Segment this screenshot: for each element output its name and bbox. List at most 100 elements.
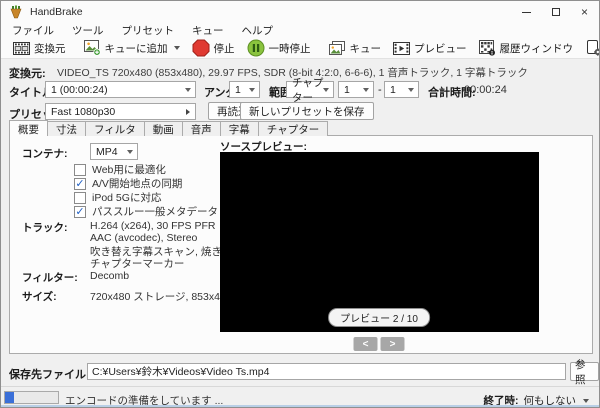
add-to-queue-label: キューに追加: [104, 42, 168, 55]
next-preview-button[interactable]: >: [380, 337, 405, 351]
queue-icon: [328, 40, 345, 55]
track-line-audio: AAC (avcodec), Stereo: [90, 232, 198, 244]
window-accent-edge: [1, 405, 599, 407]
save-file-label: 保存先ファイル:: [9, 369, 90, 381]
summary-panel: コンテナ: MP4 Web用に最適化 ✓ A/V開始地点の同期 iPod 5Gに…: [9, 135, 593, 354]
source-label: 変換元:: [9, 68, 46, 80]
activity-window-button[interactable]: 履歴ウィンドウ: [473, 38, 580, 58]
preview-label: プレビュー: [414, 42, 467, 55]
pause-button[interactable]: 一時停止: [241, 38, 317, 58]
tab-video[interactable]: 動画: [143, 121, 183, 136]
title-select[interactable]: 1 (00:00:24): [45, 81, 196, 98]
chevron-down-icon: [323, 87, 329, 92]
passthru-metadata-checkbox[interactable]: ✓: [74, 205, 86, 218]
title-bar: HandBrake ×: [1, 1, 599, 23]
maximize-button[interactable]: [541, 1, 570, 23]
range-from-value: 1: [344, 83, 350, 96]
passthru-metadata-label[interactable]: パススルー一般メタデータ: [92, 204, 218, 219]
progress-fill: [5, 392, 14, 403]
ipod-5g-checkbox[interactable]: [74, 191, 86, 204]
range-separator: -: [378, 84, 382, 96]
chevron-right-icon: [186, 108, 190, 115]
chevron-down-icon: [127, 149, 133, 154]
save-new-preset-button[interactable]: 新しいプリセットを保存: [240, 102, 374, 120]
web-optimized-label[interactable]: Web用に最適化: [92, 162, 166, 177]
tab-strip: 概要 寸法 フィルタ 動画 音声 字幕 チャプター: [9, 120, 329, 136]
ipod-5g-row: iPod 5Gに対応: [74, 190, 161, 205]
title-select-value: 1 (00:00:24): [51, 83, 108, 96]
web-optimized-checkbox[interactable]: [74, 163, 86, 176]
tab-audio[interactable]: 音声: [181, 121, 221, 136]
queue-label: キュー: [349, 42, 382, 55]
chevron-down-icon: [185, 87, 191, 92]
preset-select[interactable]: Fast 1080p30: [45, 103, 196, 120]
add-to-queue-button[interactable]: キューに追加: [78, 38, 186, 58]
close-button[interactable]: ×: [570, 1, 599, 23]
tab-filters[interactable]: フィルタ: [85, 121, 145, 136]
presets-icon: [587, 40, 599, 56]
pause-label: 一時停止: [268, 42, 311, 55]
queue-button[interactable]: キュー: [323, 38, 388, 58]
ipod-5g-label[interactable]: iPod 5Gに対応: [92, 190, 161, 205]
stop-label: 停止: [213, 42, 235, 55]
stop-button[interactable]: 停止: [186, 38, 241, 58]
toolbar: 変換元 キューに追加 停止 一時停止 キュー プレビュー 履歴ウィンドウ: [1, 38, 599, 59]
pause-icon: [247, 39, 264, 57]
range-type-select[interactable]: チャプター: [286, 77, 334, 104]
preview-button[interactable]: プレビュー: [387, 38, 473, 58]
handbrake-window: HandBrake × ファイル ツール プリセット キュー ヘルプ 変換元 キ…: [0, 0, 600, 408]
save-row: 保存先ファイル: 参照: [1, 359, 599, 386]
tab-subtitles[interactable]: 字幕: [219, 121, 259, 136]
track-line-video: H.264 (x264), 30 FPS PFR: [90, 220, 216, 232]
web-optimized-row: Web用に最適化: [74, 162, 166, 177]
menu-bar: ファイル ツール プリセット キュー ヘルプ: [1, 23, 599, 38]
presets-button[interactable]: プリセット: [579, 38, 599, 58]
align-av-row: ✓ A/V開始地点の同期: [74, 176, 182, 191]
chevron-down-icon: [408, 87, 414, 92]
menu-file[interactable]: ファイル: [3, 23, 63, 38]
angle-select[interactable]: 1: [229, 81, 260, 98]
save-path-input[interactable]: [87, 363, 566, 380]
menu-tools[interactable]: ツール: [63, 23, 113, 38]
container-label: コンテナ:: [22, 148, 68, 160]
passthru-metadata-row: ✓ パススルー一般メタデータ: [74, 204, 218, 219]
add-to-queue-icon: [83, 40, 101, 56]
chevron-down-icon: [249, 87, 255, 92]
container-select-value: MP4: [96, 145, 118, 158]
range-to-select[interactable]: 1: [384, 81, 419, 98]
tracks-label: トラック:: [22, 222, 68, 234]
chevron-down-icon: [363, 87, 369, 92]
preset-select-value: Fast 1080p30: [51, 105, 116, 118]
title-row: タイトル: 1 (00:00:24) アングル: 1 範囲: チャプター 1 -…: [1, 77, 599, 104]
minimize-button[interactable]: [512, 1, 541, 23]
track-line-chapters: チャプターマーカー: [90, 258, 185, 270]
previous-preview-button[interactable]: <: [353, 337, 378, 351]
stop-icon: [192, 39, 209, 57]
chevron-down-icon: [173, 46, 180, 50]
status-bar: エンコードの準備をしています ... 終了時: 何もしない: [1, 386, 599, 407]
window-title: HandBrake: [30, 6, 83, 18]
browse-button[interactable]: 参照: [570, 359, 599, 386]
open-source-button[interactable]: 変換元: [7, 38, 72, 58]
menu-queue[interactable]: キュー: [183, 23, 233, 38]
encode-progress-bar: [4, 391, 59, 404]
align-av-checkbox[interactable]: ✓: [74, 177, 86, 190]
filmstrip-icon: [13, 41, 30, 55]
handbrake-logo-icon: [10, 5, 22, 19]
tab-dimensions[interactable]: 寸法: [47, 121, 86, 136]
size-label: サイズ:: [22, 291, 57, 303]
tab-chapters[interactable]: チャプター: [257, 121, 329, 136]
range-from-select[interactable]: 1: [338, 81, 374, 98]
angle-select-value: 1: [235, 83, 241, 96]
menu-help[interactable]: ヘルプ: [233, 23, 283, 38]
filters-value: Decomb: [90, 270, 130, 282]
align-av-label[interactable]: A/V開始地点の同期: [92, 176, 182, 191]
tab-summary[interactable]: 概要: [9, 120, 48, 136]
menu-presets[interactable]: プリセット: [113, 23, 184, 38]
container-select[interactable]: MP4: [90, 143, 138, 160]
filters-label: フィルター:: [22, 272, 78, 284]
activity-window-label: 履歴ウィンドウ: [499, 42, 574, 55]
preview-icon: [393, 41, 410, 55]
source-preview-image: [220, 152, 539, 332]
range-to-value: 1: [390, 83, 396, 96]
